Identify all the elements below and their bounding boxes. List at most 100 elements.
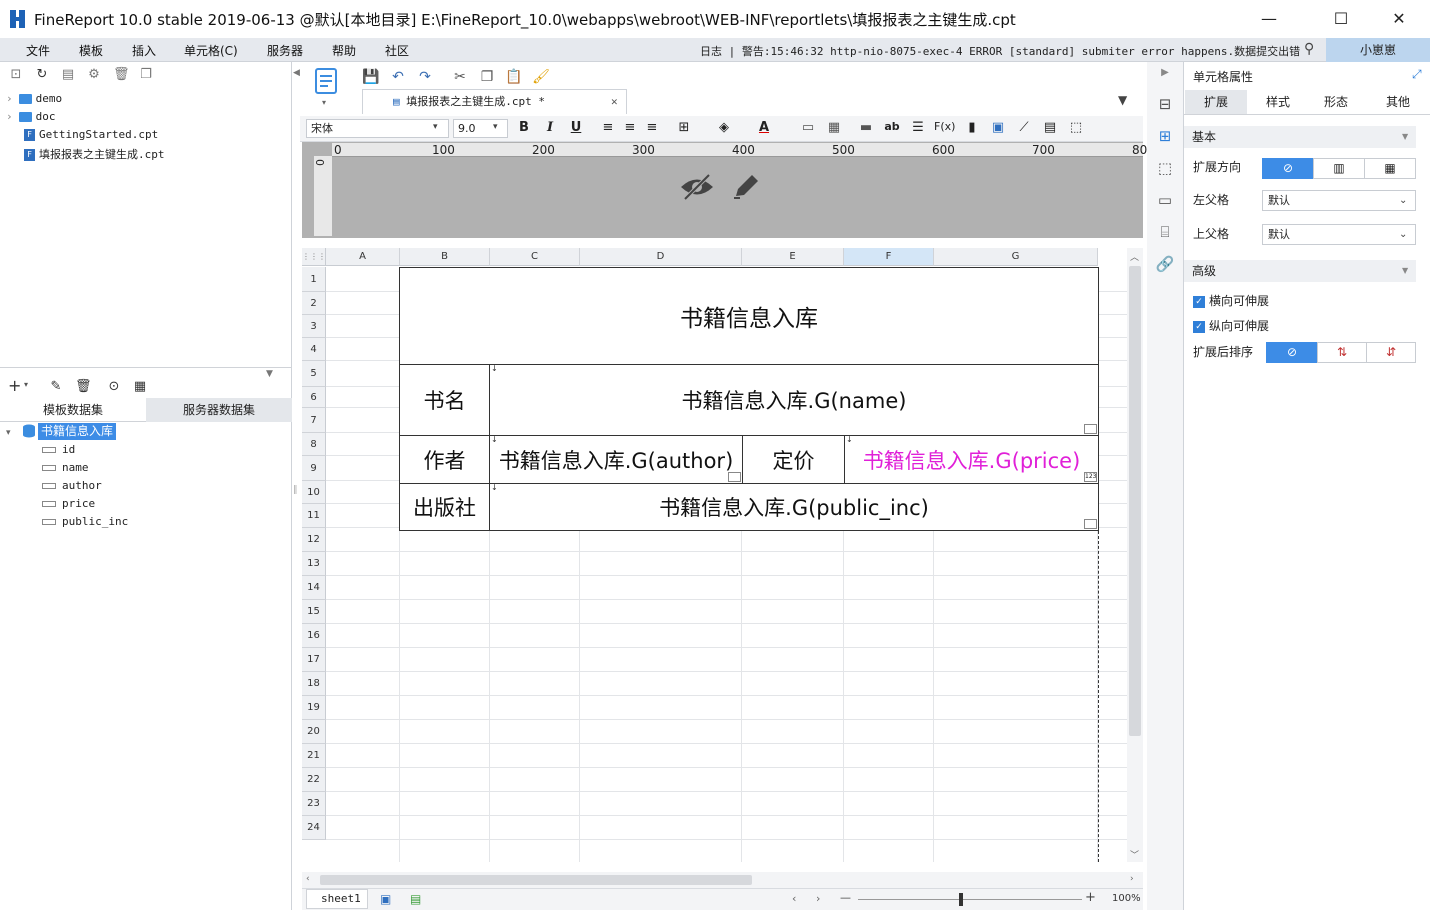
cell-element-icon[interactable]: ⊞ <box>1155 127 1175 147</box>
preview-icon[interactable]: ⊙ <box>107 380 121 394</box>
cell-value-public[interactable]: 书籍信息入库.G(public_inc) <box>489 483 1099 531</box>
undo-icon[interactable]: ↶ <box>389 68 407 86</box>
expand-vertical-button[interactable]: ▥ <box>1313 158 1365 179</box>
column-header-b[interactable]: B <box>400 248 490 266</box>
tree-folder-demo[interactable]: › demo <box>6 92 62 110</box>
border-icon[interactable]: ⊞ <box>676 120 692 135</box>
row-header[interactable]: 15 <box>302 600 326 624</box>
align-center-icon[interactable]: ≡ <box>622 120 638 135</box>
merge-cell-icon[interactable]: ▭ <box>800 120 816 135</box>
collapse-left-icon[interactable]: ◀ <box>293 68 300 78</box>
chevron-down-icon[interactable]: ▾ <box>322 98 326 107</box>
cell-value-author[interactable]: 书籍信息入库.G(author) <box>489 435 743 484</box>
close-tab-icon[interactable]: ✕ <box>611 90 618 113</box>
column-header-d[interactable]: D <box>580 248 742 266</box>
subreport-icon[interactable]: ▤ <box>1042 120 1058 135</box>
zoom-slider-thumb[interactable] <box>959 893 963 906</box>
row-header[interactable]: 22 <box>302 768 326 792</box>
row-header[interactable]: 17 <box>302 648 326 672</box>
bold-button[interactable]: B <box>516 120 532 135</box>
zoom-slider-track[interactable] <box>858 899 1082 900</box>
collapse-right-icon[interactable]: ▶ <box>1155 67 1175 87</box>
row-header[interactable]: 1 <box>302 267 326 292</box>
condition-attribute-icon[interactable]: ⌸ <box>1155 223 1175 243</box>
tab-list-icon[interactable]: ▼ <box>1118 93 1127 107</box>
row-header[interactable]: 9 <box>302 456 326 481</box>
row-header[interactable]: 3 <box>302 315 326 338</box>
scroll-right-icon[interactable]: › <box>1130 874 1134 884</box>
user-name[interactable]: 小崽崽 <box>1326 38 1430 62</box>
hide-eye-icon[interactable] <box>679 172 715 202</box>
row-header[interactable]: 16 <box>302 624 326 648</box>
widget-settings-icon[interactable]: ▭ <box>1155 191 1175 211</box>
font-size-select[interactable]: 9.0 <box>453 119 508 138</box>
column-header-a[interactable]: A <box>326 248 400 266</box>
row-header[interactable]: 8 <box>302 433 326 456</box>
expand-arrow-icon[interactable]: › <box>6 110 13 123</box>
tab-server-dataset[interactable]: 服务器数据集 <box>146 398 292 422</box>
field-item[interactable]: price <box>42 497 95 515</box>
expand-arrow-icon[interactable]: ▾ <box>6 428 11 438</box>
formula-icon[interactable]: F(x) <box>934 120 955 133</box>
new-folder-icon[interactable]: ⊡ <box>9 68 23 82</box>
v-expand-checkbox[interactable]: ✓ 纵向可伸展 <box>1193 317 1269 334</box>
cell-label-price[interactable]: 定价 <box>742 435 845 484</box>
checkbox-checked-icon[interactable]: ✓ <box>1193 320 1205 333</box>
scrollbar-thumb[interactable] <box>1129 266 1141 736</box>
chevron-down-icon[interactable]: ▾ <box>24 380 28 389</box>
add-dataset-icon[interactable]: + <box>8 376 21 395</box>
chevron-down-icon[interactable]: ▾ <box>433 122 438 132</box>
row-header[interactable]: 14 <box>302 576 326 600</box>
menu-community[interactable]: 社区 <box>385 42 409 59</box>
underline-button[interactable]: U <box>568 120 584 135</box>
scroll-up-icon[interactable]: ︿ <box>1130 250 1139 263</box>
redo-icon[interactable]: ↷ <box>416 68 434 86</box>
cell-value-price[interactable]: 书籍信息入库.G(price) <box>844 435 1099 484</box>
collapse-arrow-icon[interactable]: ▼ <box>266 369 273 379</box>
delete-dataset-icon[interactable]: 🗑 <box>75 380 92 394</box>
tab-template-dataset[interactable]: 模板数据集 <box>0 398 146 422</box>
expand-horizontal-button[interactable]: ▦ <box>1364 158 1416 179</box>
chevron-down-icon[interactable]: ▼ <box>1402 126 1408 148</box>
splitter-handle[interactable]: ‖ <box>293 485 298 495</box>
settings-icon[interactable]: ⚙ <box>87 68 101 82</box>
row-header[interactable]: 20 <box>302 720 326 744</box>
template-icon[interactable] <box>314 68 338 98</box>
section-advanced[interactable]: 高级 ▼ <box>1184 260 1416 282</box>
cell-label-name[interactable]: 书名 <box>399 364 490 436</box>
menu-help[interactable]: 帮助 <box>332 42 356 59</box>
select-all-corner[interactable]: ⋮⋮⋮ <box>302 248 326 266</box>
h-expand-checkbox[interactable]: ✓ 横向可伸展 <box>1193 292 1269 309</box>
sort-ascending-button[interactable]: ⇅ <box>1317 342 1367 363</box>
next-sheet-icon[interactable]: › <box>816 892 820 905</box>
sheet-tab[interactable]: sheet1 <box>306 889 368 909</box>
panel-divider[interactable] <box>0 367 292 368</box>
menu-server[interactable]: 服务器 <box>267 42 303 59</box>
cell-value-name[interactable]: 书籍信息入库.G(name) <box>489 364 1099 436</box>
row-header[interactable]: 11 <box>302 504 326 528</box>
refresh-icon[interactable]: ↻ <box>35 68 49 82</box>
spreadsheet-grid[interactable]: ⋮⋮⋮ A B C D E F G 1 2 3 4 5 6 7 8 9 10 11 12 13 14 15 1… <box>302 248 1143 862</box>
float-element-icon[interactable]: ⬚ <box>1155 159 1175 179</box>
minimize-button[interactable]: — <box>1246 0 1292 38</box>
sort-none-button[interactable]: ⊘ <box>1266 342 1318 363</box>
menu-cell[interactable]: 单元格(C) <box>184 42 238 59</box>
column-header-g[interactable]: G <box>934 248 1098 266</box>
copy-icon[interactable]: ❐ <box>478 68 496 86</box>
column-header-f[interactable]: F <box>844 248 934 266</box>
row-header[interactable]: 5 <box>302 361 326 387</box>
row-header[interactable]: 12 <box>302 528 326 552</box>
close-button[interactable]: ✕ <box>1376 0 1422 38</box>
hscroll-thumb[interactable] <box>320 875 752 885</box>
left-parent-select[interactable]: 默认 ⌄ <box>1262 190 1416 211</box>
chevron-down-icon[interactable]: ⌄ <box>1399 191 1407 210</box>
tree-file-current[interactable]: F 填报报表之主键生成.cpt <box>24 146 165 164</box>
cell-attribute-icon[interactable]: ⊟ <box>1155 95 1175 115</box>
zoom-in-button[interactable]: + <box>1085 890 1096 905</box>
text-icon[interactable]: ab <box>884 120 900 133</box>
zoom-level[interactable]: 100% <box>1112 893 1141 904</box>
row-header[interactable]: 23 <box>302 792 326 816</box>
font-family-select[interactable]: 宋体 <box>306 119 449 138</box>
row-header[interactable]: 2 <box>302 292 326 315</box>
top-parent-select[interactable]: 默认 ⌄ <box>1262 224 1416 245</box>
